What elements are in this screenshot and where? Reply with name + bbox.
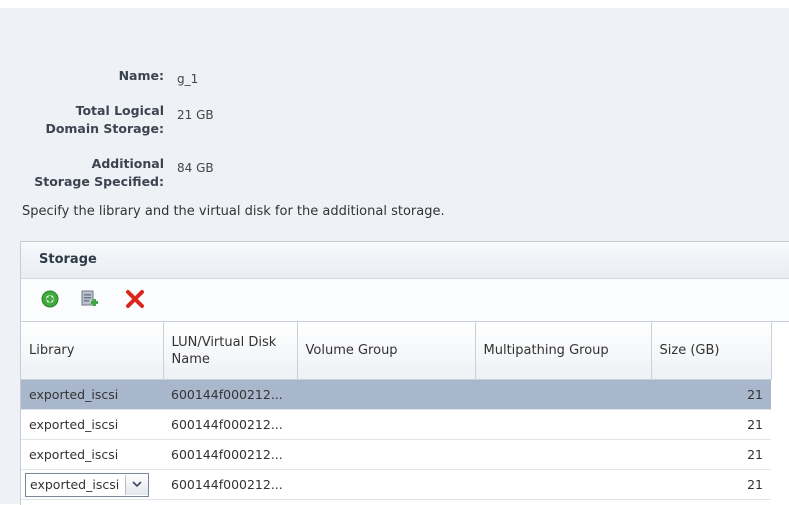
table-row[interactable]: exported_iscsi 600144f000212... 21 [21, 409, 771, 440]
additional-storage-value: 84 GB [177, 161, 214, 175]
cell-library-editor: exported_iscsi [21, 469, 163, 500]
delete-button[interactable] [124, 288, 146, 310]
column-header-volume-group[interactable]: Volume Group [297, 322, 476, 380]
cell-volume-group [297, 469, 475, 500]
cell-volume-group [297, 379, 475, 410]
cell-library: exported_iscsi [21, 409, 163, 440]
cell-multipathing-group [475, 379, 651, 410]
cell-volume-group [297, 439, 475, 470]
cell-size: 21 [651, 379, 771, 410]
storage-section: Storage Library LUN/Virtual Disk Name Vo… [20, 241, 789, 505]
table-row[interactable]: exported_iscsi 600144f000212... 21 [21, 469, 771, 500]
name-value: g_1 [177, 72, 199, 86]
cell-lun: 600144f000212... [163, 409, 297, 440]
total-storage-value: 21 GB [177, 108, 214, 122]
instruction-text: Specify the library and the virtual disk… [22, 204, 445, 219]
column-header-multipathing-group[interactable]: Multipathing Group [475, 322, 652, 380]
additional-storage-label: Additional Storage Specified: [34, 156, 164, 189]
delete-x-icon [126, 290, 144, 308]
cell-lun: 600144f000212... [163, 439, 297, 470]
cell-library: exported_iscsi [21, 379, 163, 410]
library-select-value: exported_iscsi [30, 477, 120, 492]
cell-multipathing-group [475, 469, 651, 500]
column-header-library[interactable]: Library [21, 322, 164, 380]
cell-volume-group [297, 409, 475, 440]
storage-toolbar [21, 279, 789, 322]
add-button[interactable] [39, 288, 61, 310]
cell-size: 21 [651, 409, 771, 440]
cell-library: exported_iscsi [21, 439, 163, 470]
table-row[interactable]: exported_iscsi 600144f000212... 21 [21, 439, 771, 470]
column-header-size[interactable]: Size (GB) [651, 322, 772, 380]
cell-multipathing-group [475, 409, 651, 440]
cell-size: 21 [651, 469, 771, 500]
add-circle-icon [41, 290, 59, 308]
chevron-down-icon[interactable] [125, 474, 149, 495]
cell-size: 21 [651, 439, 771, 470]
cell-lun: 600144f000212... [163, 379, 297, 410]
total-storage-label: Total Logical Domain Storage: [45, 103, 164, 136]
storage-title: Storage [21, 242, 789, 279]
add-from-disk-button[interactable] [78, 288, 100, 310]
add-disk-icon [81, 290, 98, 306]
library-select[interactable]: exported_iscsi [25, 472, 150, 497]
table-row[interactable]: exported_iscsi 600144f000212... 21 [21, 379, 771, 410]
storage-table: Library LUN/Virtual Disk Name Volume Gro… [21, 322, 772, 500]
table-header-row: Library LUN/Virtual Disk Name Volume Gro… [21, 322, 772, 380]
name-label: Name: [118, 68, 164, 83]
cell-multipathing-group [475, 439, 651, 470]
column-header-lun[interactable]: LUN/Virtual Disk Name [163, 322, 298, 380]
cell-lun: 600144f000212... [163, 469, 297, 500]
